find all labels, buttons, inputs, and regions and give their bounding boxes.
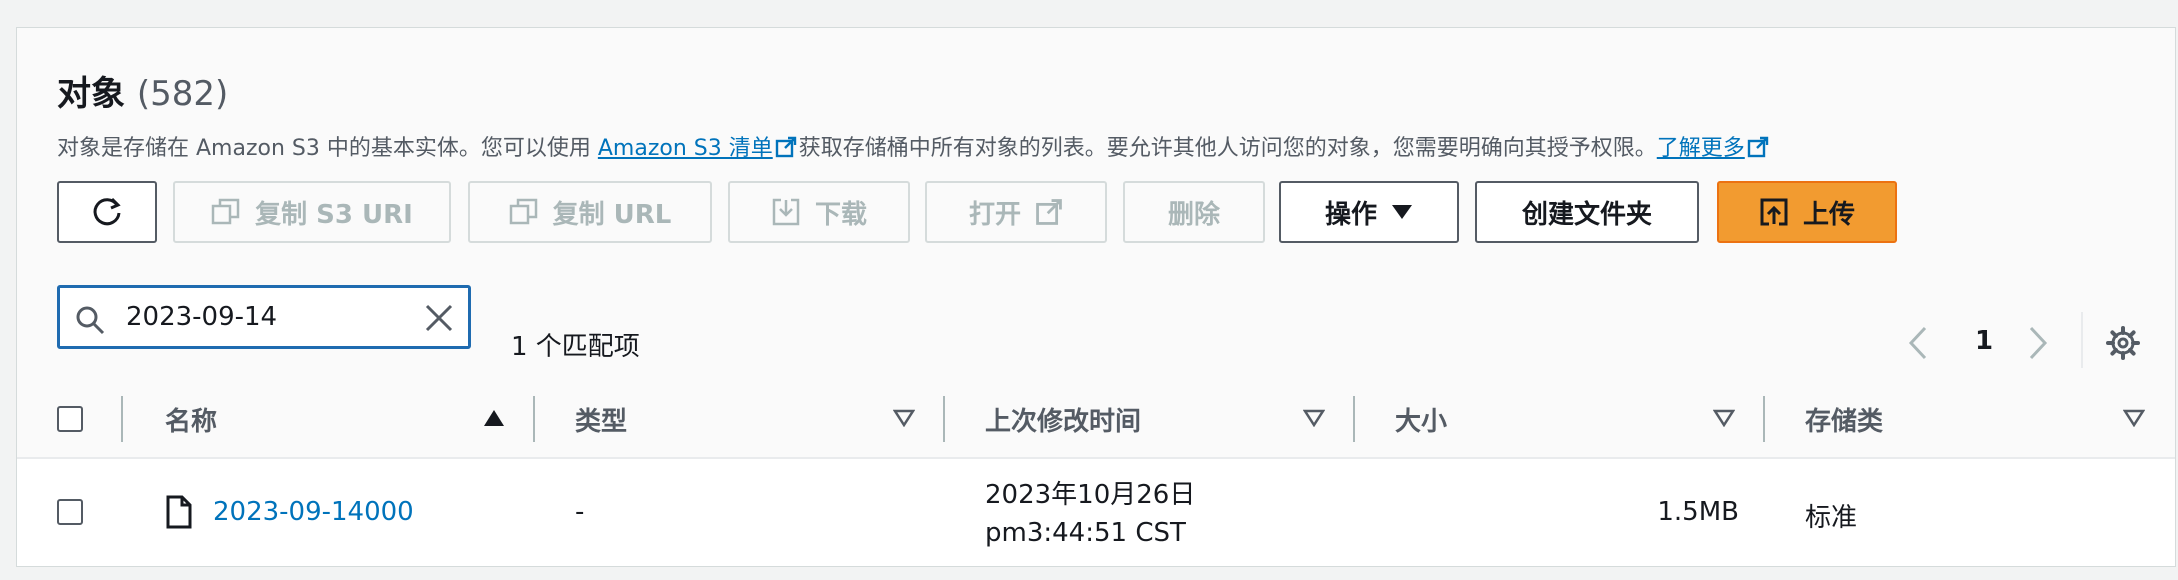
pager-divider	[2081, 312, 2083, 368]
chevron-right-icon[interactable]	[2027, 326, 2049, 360]
description-text-1: 对象是存储在 Amazon S3 中的基本实体。您可以使用	[57, 136, 598, 161]
delete-label: 删除	[1167, 199, 1220, 230]
create-folder-button[interactable]: 创建文件夹	[1475, 181, 1699, 243]
sort-ascending-icon[interactable]	[483, 409, 505, 427]
search-icon	[76, 306, 105, 335]
object-size: 1.5MB	[1657, 497, 1739, 527]
actions-label: 操作	[1324, 199, 1377, 230]
title-text: 对象	[57, 74, 125, 114]
objects-description: 对象是存储在 Amazon S3 中的基本实体。您可以使用 Amazon S3 …	[57, 130, 1771, 164]
search-field[interactable]: 2023-09-14	[57, 285, 471, 349]
copy-url-button[interactable]: 复制 URL	[468, 181, 712, 243]
column-divider	[121, 396, 123, 442]
download-label: 下载	[814, 199, 867, 230]
column-divider	[1353, 396, 1355, 442]
actions-dropdown[interactable]: 操作	[1279, 181, 1459, 243]
object-name-link[interactable]: 2023-09-14000	[213, 497, 414, 527]
upload-button[interactable]: 上传	[1717, 181, 1897, 243]
sort-descending-icon[interactable]	[893, 409, 915, 427]
column-header-type[interactable]: 类型	[575, 381, 627, 457]
last-modified-time: pm3:44:51 CST	[985, 518, 1186, 548]
objects-header: 对象 (582) 对象是存储在 Amazon S3 中的基本实体。您可以使用 A…	[17, 28, 2175, 382]
column-divider	[533, 396, 535, 442]
copy-s3-uri-label: 复制 S3 URI	[255, 199, 413, 230]
gear-icon[interactable]	[2105, 325, 2141, 361]
caret-down-icon	[1392, 205, 1412, 219]
sort-descending-icon[interactable]	[1713, 409, 1735, 427]
external-link-icon	[1036, 199, 1062, 225]
file-icon	[166, 495, 192, 529]
object-count: (582)	[136, 74, 229, 114]
row-checkbox[interactable]	[57, 499, 83, 525]
delete-button[interactable]: 删除	[1123, 181, 1265, 243]
column-header-storage-class[interactable]: 存储类	[1805, 381, 1883, 457]
external-link-icon	[1747, 136, 1769, 164]
create-folder-label: 创建文件夹	[1521, 199, 1652, 230]
column-header-size[interactable]: 大小	[1395, 381, 1447, 457]
open-button[interactable]: 打开	[925, 181, 1107, 243]
sort-descending-icon[interactable]	[1303, 409, 1325, 427]
refresh-button[interactable]	[57, 181, 157, 243]
page-title: 对象 (582)	[57, 66, 228, 115]
match-count: 1 个匹配项	[511, 332, 640, 362]
objects-panel: 对象 (582) 对象是存储在 Amazon S3 中的基本实体。您可以使用 A…	[16, 27, 2176, 567]
download-icon	[772, 198, 800, 226]
copy-s3-uri-button[interactable]: 复制 S3 URI	[173, 181, 451, 243]
chevron-left-icon[interactable]	[1907, 326, 1929, 360]
open-label: 打开	[968, 199, 1021, 230]
column-header-last-modified[interactable]: 上次修改时间	[985, 381, 1141, 457]
object-type: -	[575, 497, 585, 527]
column-divider	[943, 396, 945, 442]
copy-icon	[509, 198, 537, 225]
storage-class: 标准	[1805, 503, 1858, 533]
upload-icon	[1760, 198, 1788, 226]
learn-more-link[interactable]: 了解更多	[1657, 136, 1745, 161]
sort-descending-icon[interactable]	[2123, 409, 2145, 427]
column-header-name[interactable]: 名称	[165, 381, 217, 457]
copy-url-label: 复制 URL	[552, 199, 672, 230]
select-all-checkbox[interactable]	[57, 406, 83, 432]
download-button[interactable]: 下载	[728, 181, 910, 243]
inventory-link[interactable]: Amazon S3 清单	[598, 136, 773, 161]
last-modified-date: 2023年10月26日	[985, 480, 1196, 510]
table-header: 名称 类型 上次修改时间 大小 存储类	[17, 381, 2175, 459]
external-link-icon	[775, 136, 797, 164]
search-input[interactable]: 2023-09-14	[126, 302, 277, 332]
refresh-icon	[93, 197, 121, 226]
current-page[interactable]: 1	[1975, 326, 1993, 356]
description-text-2: 获取存储桶中所有对象的列表。要允许其他人访问您的对象，您需要明确向其授予权限。	[798, 136, 1657, 161]
table-row[interactable]: 2023-09-14000 - 2023年10月26日 pm3:44:51 CS…	[17, 459, 2175, 566]
upload-label: 上传	[1802, 199, 1855, 230]
copy-icon	[211, 198, 240, 225]
column-divider	[1763, 396, 1765, 442]
clear-icon[interactable]	[424, 303, 454, 333]
